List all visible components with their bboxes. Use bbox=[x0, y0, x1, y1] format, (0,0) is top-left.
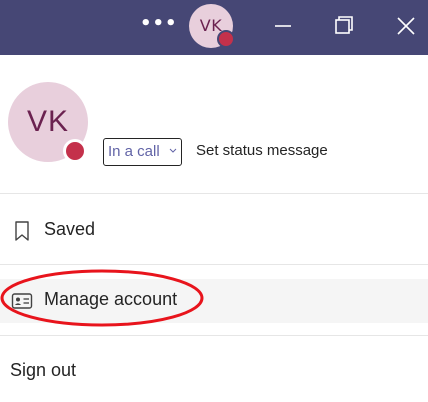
set-status-message-link[interactable]: Set status message bbox=[196, 142, 328, 159]
status-dropdown-label: In a call bbox=[108, 143, 160, 160]
divider bbox=[0, 264, 428, 265]
more-options-button[interactable]: ••• bbox=[140, 12, 177, 40]
divider bbox=[0, 335, 428, 336]
saved-label: Saved bbox=[44, 219, 96, 239]
restore-button[interactable] bbox=[325, 10, 361, 42]
status-dropdown[interactable]: In a call bbox=[103, 138, 182, 166]
bookmark-icon bbox=[15, 221, 29, 241]
manage-account-label: Manage account bbox=[44, 289, 178, 309]
sign-out-menu-item[interactable]: Sign out bbox=[0, 350, 428, 394]
titlebar-presence-badge bbox=[217, 30, 235, 48]
contact-card-icon bbox=[11, 293, 33, 309]
title-bar: ••• VK bbox=[0, 0, 428, 55]
profile-menu-window: ••• VK VK In a call Set status message S… bbox=[0, 0, 428, 402]
divider bbox=[0, 193, 428, 194]
manage-account-menu-item[interactable]: Manage account bbox=[0, 279, 428, 323]
minimize-icon bbox=[275, 25, 291, 27]
sign-out-label: Sign out bbox=[10, 360, 77, 380]
minimize-button[interactable] bbox=[265, 10, 301, 42]
profile-presence-badge bbox=[63, 139, 87, 163]
close-icon bbox=[397, 17, 415, 35]
more-icon: ••• bbox=[140, 13, 178, 34]
saved-menu-item[interactable]: Saved bbox=[0, 209, 428, 253]
close-button[interactable] bbox=[388, 10, 424, 42]
restore-icon bbox=[335, 16, 353, 34]
chevron-down-icon bbox=[169, 148, 177, 153]
